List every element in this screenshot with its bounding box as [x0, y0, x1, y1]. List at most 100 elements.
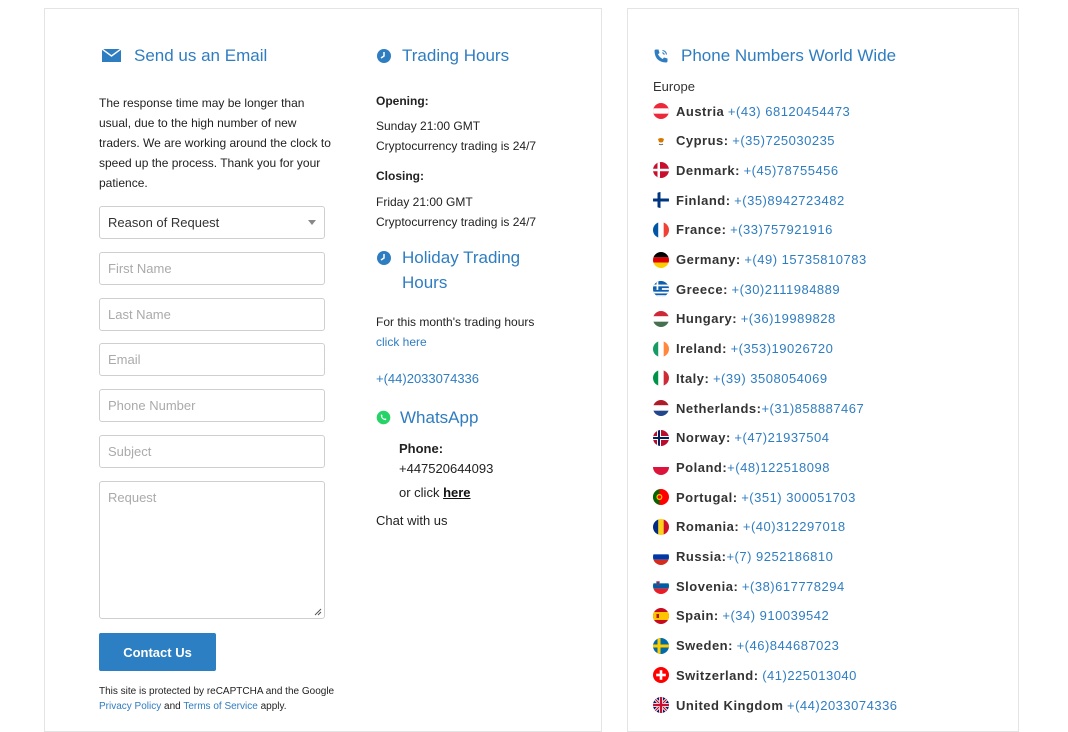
phone-row: Cyprus: +(35)725030235: [653, 131, 835, 151]
phone-row: Spain: +(34) 910039542: [653, 606, 829, 626]
slovenia-flag-icon: [653, 578, 669, 595]
country-phone-link[interactable]: +(35)725030235: [732, 133, 835, 148]
country-phone-link[interactable]: +(36)19989828: [741, 311, 836, 326]
opening-crypto-note: Cryptocurrency trading is 24/7: [376, 139, 537, 153]
phone-row: Romania: +(40)312297018: [653, 517, 846, 537]
ireland-flag-icon: [653, 340, 669, 357]
phone-number-field[interactable]: Phone Number: [99, 389, 325, 422]
whatsapp-icon: [376, 405, 400, 430]
country-name: Switzerland:: [676, 667, 759, 683]
clock-icon: [376, 245, 400, 270]
country-phone-link[interactable]: +(44)2033074336: [787, 698, 898, 713]
country-phone-link[interactable]: +(38)617778294: [742, 579, 845, 594]
phone-row: Hungary: +(36)19989828: [653, 309, 836, 329]
austria-flag-icon: [653, 103, 669, 119]
subject-field[interactable]: Subject: [99, 435, 325, 468]
first-name-field[interactable]: First Name: [99, 252, 325, 285]
closing-crypto-note: Cryptocurrency trading is 24/7: [376, 215, 537, 229]
country-name: Poland:: [676, 459, 728, 475]
country-phone-link[interactable]: +(34) 910039542: [722, 608, 829, 623]
country-phone-link[interactable]: +(351) 300051703: [741, 490, 856, 505]
contact-card: Send us an Email The response time may b…: [44, 8, 602, 732]
recaptcha-notice: This site is protected by reCAPTCHA and …: [99, 684, 339, 714]
phone-row: Greece: +(30)2111984889: [653, 279, 840, 299]
country-name: Greece:: [676, 281, 728, 297]
phone-row: Russia: +(7) 9252186810: [653, 547, 833, 567]
romania-flag-icon: [653, 518, 669, 535]
country-phone-link[interactable]: +(353)19026720: [731, 341, 834, 356]
country-phone-link[interactable]: +(43) 68120454473: [728, 104, 850, 119]
phone-row: Slovenia: +(38)617778294: [653, 576, 845, 596]
country-name: United Kingdom: [676, 697, 784, 713]
last-name-placeholder: Last Name: [108, 307, 171, 322]
phone-row: Switzerland: (41)225013040: [653, 665, 857, 685]
country-phone-link[interactable]: +(31)858887467: [761, 401, 864, 416]
country-phone-link[interactable]: +(40)312297018: [743, 519, 846, 534]
country-phone-link[interactable]: +(45)78755456: [744, 163, 839, 178]
hungary-flag-icon: [653, 310, 669, 327]
country-phone-link[interactable]: +(35)8942723482: [734, 193, 845, 208]
email-field[interactable]: Email: [99, 343, 325, 376]
uk-flag-icon: [653, 697, 669, 713]
country-phone-link[interactable]: +(39) 3508054069: [713, 371, 828, 386]
country-phone-link[interactable]: +(49) 15735810783: [744, 252, 866, 267]
country-phone-link[interactable]: +(30)2111984889: [732, 282, 841, 297]
whatsapp-title-text: WhatsApp: [400, 408, 479, 427]
country-name: Netherlands:: [676, 400, 762, 416]
country-name: Finland:: [676, 192, 731, 208]
phone-row: Poland: +(48)122518098: [653, 457, 830, 477]
country-name: Hungary:: [676, 311, 738, 327]
country-name: Sweden:: [676, 638, 733, 654]
and-text: and: [164, 701, 181, 712]
country-name: Austria: [676, 103, 725, 119]
italy-flag-icon: [653, 370, 669, 387]
first-name-placeholder: First Name: [108, 261, 172, 276]
country-phone-link[interactable]: +(33)757921916: [730, 222, 833, 237]
subject-placeholder: Subject: [108, 444, 152, 459]
closing-label: Closing:: [376, 169, 424, 183]
privacy-policy-link[interactable]: Privacy Policy: [99, 701, 161, 712]
resize-grip-icon[interactable]: [313, 607, 322, 616]
greece-flag-icon: [653, 281, 669, 298]
terms-of-service-link[interactable]: Terms of Service: [183, 701, 257, 712]
or-click-text: or click: [399, 485, 440, 500]
country-name: Romania:: [676, 519, 740, 535]
whatsapp-here-link[interactable]: here: [443, 485, 470, 500]
country-phone-link[interactable]: +(47)21937504: [734, 430, 829, 445]
opening-time: Sunday 21:00 GMT: [376, 119, 481, 133]
whatsapp-or-click: or click here: [399, 483, 471, 503]
envelope-icon: [102, 43, 126, 68]
trading-hours-title: Trading Hours: [376, 43, 509, 68]
phone-numbers-title-text: Phone Numbers World Wide: [681, 46, 897, 65]
holiday-text: For this month's trading hours: [376, 315, 535, 329]
country-phone-link[interactable]: +(48)122518098: [727, 460, 830, 475]
country-name: France:: [676, 222, 727, 238]
finland-flag-icon: [653, 192, 669, 209]
country-phone-link[interactable]: +(46)844687023: [737, 638, 840, 653]
phone-row: Norway: +(47)21937504: [653, 428, 829, 448]
portugal-flag-icon: [653, 489, 669, 506]
contact-us-button[interactable]: Contact Us: [99, 633, 216, 671]
reason-select[interactable]: Reason of Request: [99, 206, 325, 239]
email-section-title: Send us an Email: [102, 43, 267, 68]
holiday-click-here-link[interactable]: click here: [376, 332, 427, 352]
last-name-field[interactable]: Last Name: [99, 298, 325, 331]
region-label: Europe: [653, 79, 695, 94]
holiday-phone-link[interactable]: +(44)2033074336: [376, 369, 479, 389]
phone-row: United Kingdom +(44)2033074336: [653, 695, 898, 715]
chat-with-us[interactable]: Chat with us: [376, 511, 448, 531]
opening-label: Opening:: [376, 94, 429, 108]
phone-placeholder: Phone Number: [108, 398, 196, 413]
country-phone-link[interactable]: +(7) 9252186810: [726, 549, 833, 564]
request-textarea[interactable]: Request: [99, 481, 325, 619]
country-phone-link[interactable]: (41)225013040: [762, 668, 857, 683]
phone-row: Netherlands: +(31)858887467: [653, 398, 864, 418]
whatsapp-phone-label: Phone:: [399, 441, 444, 456]
france-flag-icon: [653, 221, 669, 238]
phone-row: Ireland: +(353)19026720: [653, 339, 833, 359]
country-name: Cyprus:: [676, 133, 729, 149]
country-name: Slovenia:: [676, 578, 739, 594]
apply-text: apply.: [260, 701, 287, 712]
whatsapp-phone-number: +447520644093: [399, 461, 494, 476]
switzerland-flag-icon: [653, 667, 669, 684]
